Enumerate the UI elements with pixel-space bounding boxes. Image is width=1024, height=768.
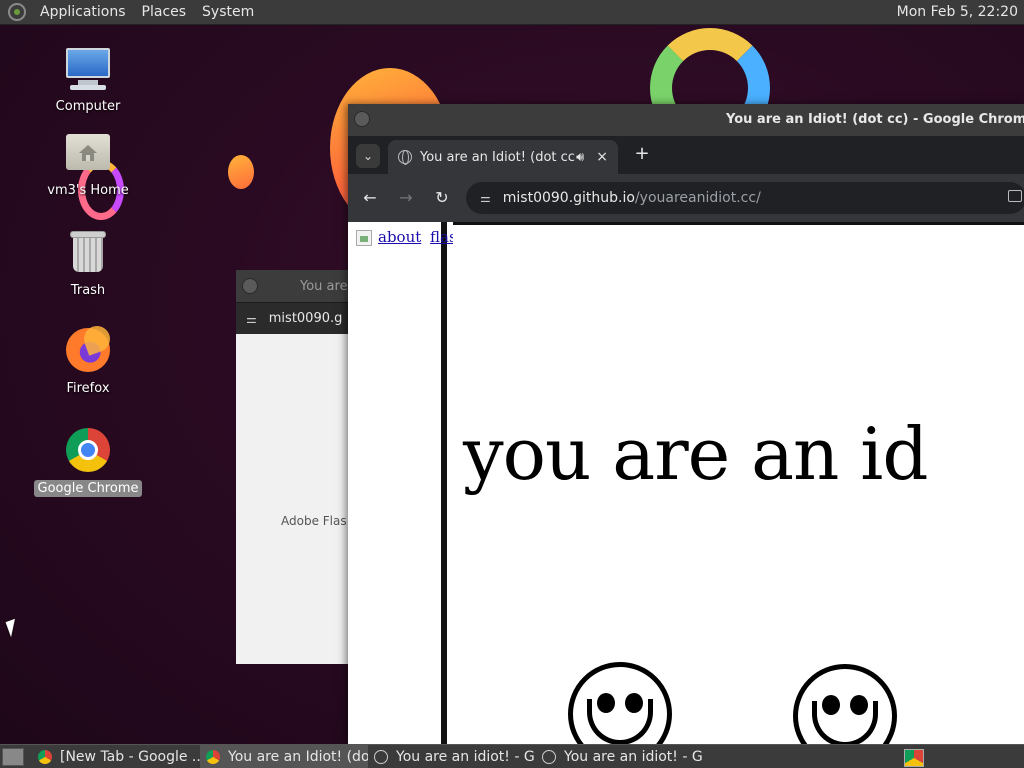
taskbar-button-active[interactable]: You are an Idiot! (do...	[200, 744, 368, 768]
close-tab-button[interactable]: ×	[596, 149, 608, 165]
popup-address-bar[interactable]: ⚌ mist0090.g	[236, 302, 348, 334]
chrome-window[interactable]: You are an Idiot! (dot cc) - Google Chro…	[348, 104, 1024, 744]
chrome-icon	[206, 749, 220, 764]
broken-image-icon	[356, 230, 372, 246]
window-menu-icon[interactable]	[242, 278, 258, 294]
flash-placeholder-text: Adobe Flas	[281, 514, 347, 528]
speaker-icon[interactable]: 🔊︎	[576, 150, 584, 165]
firefox-icon	[64, 322, 114, 374]
top-panel: Applications Places System Mon Feb 5, 22…	[0, 0, 1024, 25]
taskbar-button-label: You are an idiot! - G...	[396, 748, 536, 765]
clock[interactable]: Mon Feb 5, 22:20	[897, 0, 1018, 25]
system-menu[interactable]: System	[194, 0, 262, 25]
tab-title: You are an Idiot! (dot cc)	[420, 149, 577, 165]
show-desktop-button[interactable]	[2, 747, 24, 766]
popup-title: You are	[300, 278, 348, 294]
trash-icon	[64, 228, 112, 276]
taskbar: [New Tab - Google ... You are an Idiot! …	[0, 744, 1024, 768]
window-titlebar[interactable]: You are an Idiot! (dot cc) - Google Chro…	[348, 104, 1024, 136]
reload-button[interactable]: ↻	[430, 186, 454, 210]
applications-menu[interactable]: Applications	[32, 0, 134, 25]
back-button[interactable]: ←	[358, 186, 382, 210]
web-page: about flash you are an id	[348, 222, 1024, 744]
globe-icon	[374, 749, 388, 764]
page-headline: you are an id	[463, 412, 928, 496]
desktop-icon-trash[interactable]: Trash	[28, 228, 148, 299]
mouse-cursor-icon	[5, 618, 21, 638]
desktop-icon-firefox[interactable]: Firefox	[28, 322, 148, 397]
desktop-icon-label: Trash	[70, 283, 106, 298]
window-title: You are an Idiot! (dot cc) - Google Chro…	[726, 112, 1024, 127]
desktop-icon-label: vm3's Home	[47, 183, 129, 198]
tab-strip: ⌄ You are an Idiot! (dot cc) 🔊︎ × +	[348, 136, 1024, 174]
chrome-icon	[38, 749, 52, 764]
site-info-icon[interactable]: ⚌	[480, 191, 491, 205]
wallpaper-shape	[228, 155, 254, 189]
tab-active[interactable]: You are an Idiot! (dot cc) 🔊︎ ×	[388, 140, 618, 174]
taskbar-button[interactable]: You are an idiot! - G...	[536, 745, 704, 768]
address-bar[interactable]: ⚌ mist0090.github.io/youareanidiot.cc/	[466, 182, 1024, 214]
browser-toolbar: ← → ↻ ⚌ mist0090.github.io/youareanidiot…	[348, 174, 1024, 222]
desktop-icon-computer[interactable]: Computer	[28, 44, 148, 115]
desktop-icon-label: Computer	[55, 99, 121, 114]
taskbar-button-label: [New Tab - Google ...	[60, 748, 200, 765]
home-folder-icon	[64, 128, 112, 176]
computer-icon	[64, 44, 112, 92]
forward-button[interactable]: →	[394, 186, 418, 210]
tab-search-button[interactable]: ⌄	[356, 144, 380, 168]
about-link[interactable]: about	[378, 228, 421, 246]
window-menu-icon[interactable]	[354, 111, 370, 127]
left-frame: about flash	[348, 222, 466, 744]
taskbar-button[interactable]: [New Tab - Google ...	[32, 745, 200, 768]
popup-url: mist0090.g	[268, 311, 343, 326]
places-menu[interactable]: Places	[134, 0, 195, 25]
desktop-icon-chrome[interactable]: Google Chrome	[28, 426, 148, 497]
tray-chrome-icon[interactable]	[904, 749, 924, 767]
system-logo-icon[interactable]	[8, 3, 26, 21]
site-settings-icon[interactable]: ⚌	[246, 312, 257, 326]
globe-icon	[542, 749, 556, 764]
taskbar-button[interactable]: You are an idiot! - G...	[368, 745, 536, 768]
desktop-icon-home[interactable]: vm3's Home	[28, 128, 148, 199]
url-host: mist0090.github.io	[502, 190, 635, 206]
taskbar-button-label: You are an Idiot! (do...	[228, 748, 368, 765]
desktop-icon-label: Google Chrome	[33, 480, 143, 497]
new-tab-button[interactable]: +	[630, 142, 654, 166]
url-path: /youareanidiot.cc/	[634, 190, 761, 206]
desktop-icon-label: Firefox	[66, 381, 110, 396]
taskbar-button-label: You are an idiot! - G...	[564, 748, 704, 765]
cast-icon[interactable]	[1008, 190, 1022, 202]
popup-titlebar[interactable]: You are	[236, 270, 348, 302]
popup-browser-window[interactable]: You are ⚌ mist0090.g Adobe Flas	[236, 270, 348, 664]
chrome-icon	[64, 426, 112, 474]
popup-page: Adobe Flas	[236, 334, 348, 664]
globe-icon	[398, 150, 412, 165]
